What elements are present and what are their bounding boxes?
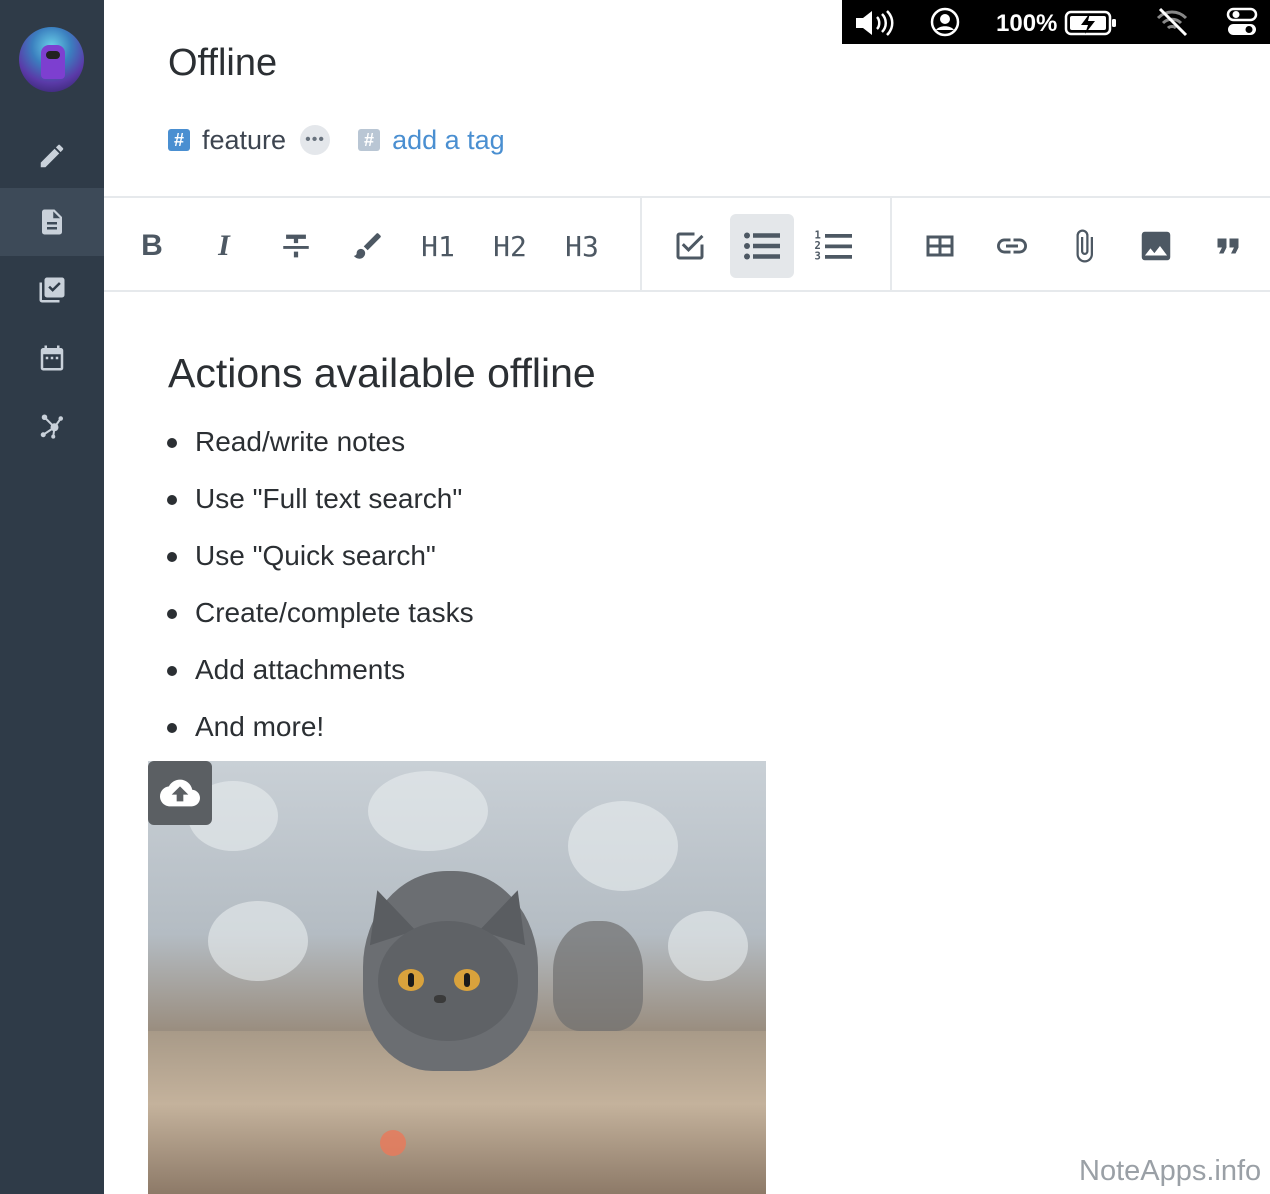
laser-dot	[380, 1130, 406, 1156]
table-icon	[926, 235, 954, 257]
pencil-icon	[40, 144, 64, 168]
quote-icon	[1217, 238, 1239, 254]
heading-2-button[interactable]: H2	[478, 214, 542, 278]
user-circle-icon[interactable]	[930, 7, 960, 37]
wifi-off-icon[interactable]	[1154, 6, 1190, 38]
background-blur	[208, 901, 308, 981]
bold-button[interactable]: B	[120, 214, 184, 278]
kitten-nose	[434, 995, 446, 1003]
tag-feature[interactable]: feature	[202, 125, 286, 156]
list-item: Use "Full text search"	[165, 477, 474, 534]
background-blur	[368, 771, 488, 851]
image-button[interactable]	[1124, 214, 1188, 278]
document-icon	[42, 209, 62, 235]
list-item: Create/complete tasks	[165, 591, 474, 648]
sidebar-item-tasks[interactable]	[0, 256, 104, 324]
link-button[interactable]	[980, 214, 1044, 278]
avatar-figure-icon	[41, 45, 65, 79]
tasks-icon	[39, 277, 65, 303]
sidebar-item-graph[interactable]	[0, 392, 104, 460]
graph-icon	[40, 414, 63, 439]
italic-button[interactable]: I	[192, 214, 256, 278]
list-item: And more!	[165, 705, 474, 762]
toolbar-divider	[890, 198, 892, 292]
background-cat	[553, 921, 643, 1031]
heading-1-button[interactable]: H1	[406, 214, 470, 278]
sidebar-item-new-note[interactable]	[0, 122, 104, 190]
battery-charging-icon[interactable]	[1064, 9, 1118, 37]
volume-icon[interactable]	[854, 8, 898, 38]
strikethrough-button[interactable]	[264, 214, 328, 278]
highlight-button[interactable]	[336, 214, 400, 278]
embedded-image-kitten[interactable]	[148, 761, 766, 1194]
add-tag-button[interactable]: # add a tag	[358, 125, 505, 156]
calendar-icon	[40, 345, 64, 371]
battery-percentage: 100%	[996, 10, 1058, 37]
upload-image-button[interactable]	[148, 761, 212, 825]
hash-icon: #	[168, 129, 190, 151]
editor-toolbar: B I H1 H2 H3 123	[104, 196, 1270, 292]
strikethrough-icon	[283, 234, 309, 258]
list-item: Add attachments	[165, 648, 474, 705]
hash-icon: #	[358, 129, 381, 151]
watermark: NoteApps.info	[1079, 1155, 1262, 1187]
system-status-bar: 100%	[842, 0, 1270, 44]
control-center-icon[interactable]	[1226, 7, 1258, 37]
cloud-upload-icon	[160, 779, 200, 807]
list-item: Use "Quick search"	[165, 534, 474, 591]
brush-icon	[353, 233, 381, 259]
background-blur	[568, 801, 678, 891]
link-icon	[997, 238, 1027, 254]
tag-bar: # feature ••• # add a tag	[168, 120, 505, 160]
add-tag-label: add a tag	[392, 124, 505, 155]
checklist-button[interactable]	[658, 214, 722, 278]
user-avatar[interactable]	[19, 27, 84, 92]
attachment-button[interactable]	[1052, 214, 1116, 278]
bullet-list-button[interactable]	[730, 214, 794, 278]
sidebar-item-calendar[interactable]	[0, 324, 104, 392]
svg-text:3: 3	[815, 251, 821, 263]
toolbar-divider	[640, 198, 642, 292]
background-blur	[668, 911, 748, 981]
list-item: Read/write notes	[165, 420, 474, 477]
kitten-eye	[454, 969, 480, 991]
kitten-eye	[398, 969, 424, 991]
note-title[interactable]: Offline	[168, 42, 277, 85]
checkbox-icon	[676, 232, 704, 260]
table-button[interactable]	[908, 214, 972, 278]
numbered-list-button[interactable]: 123	[802, 214, 866, 278]
bullet-list: Read/write notes Use "Full text search" …	[165, 420, 474, 762]
quote-button[interactable]	[1196, 214, 1260, 278]
numbered-list-icon: 123	[815, 230, 852, 263]
sidebar-item-notes[interactable]	[0, 188, 104, 256]
content-heading: Actions available offline	[168, 350, 596, 396]
bullet-list-icon	[744, 232, 780, 260]
tag-more-button[interactable]: •••	[300, 125, 331, 155]
sidebar	[0, 0, 104, 1194]
image-icon	[1141, 231, 1171, 261]
paperclip-icon	[1076, 229, 1093, 263]
heading-3-button[interactable]: H3	[550, 214, 614, 278]
